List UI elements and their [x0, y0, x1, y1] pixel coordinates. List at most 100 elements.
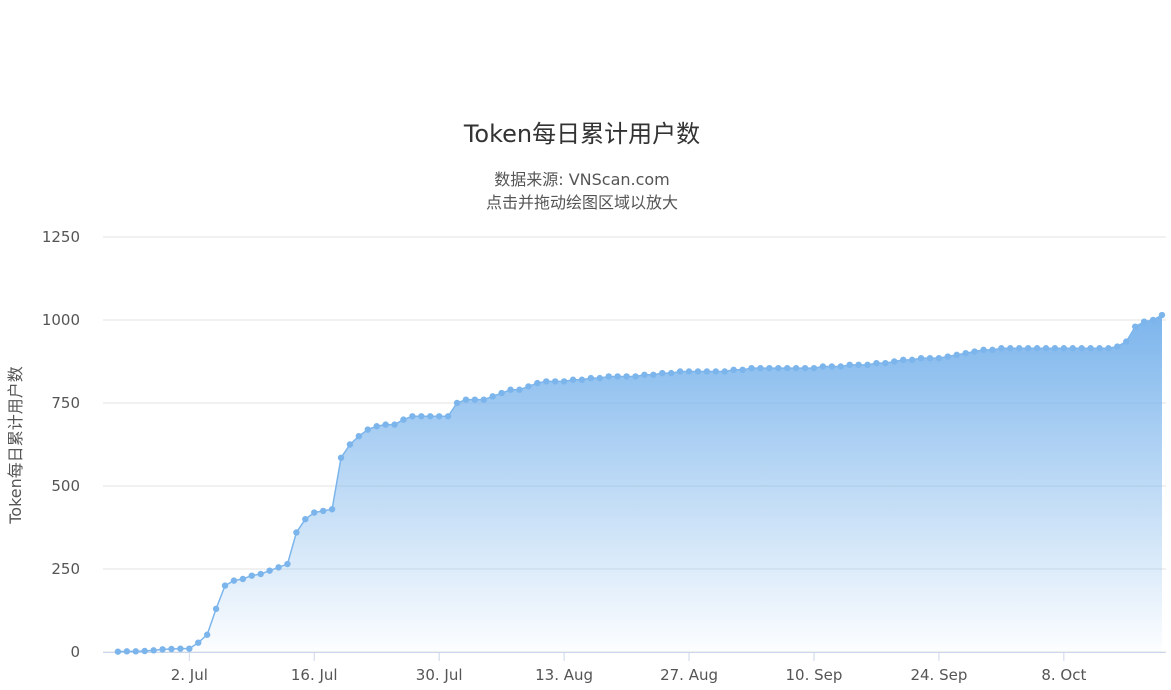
series-area[interactable] — [117, 314, 1163, 653]
data-point[interactable] — [882, 359, 889, 367]
data-point[interactable] — [382, 421, 389, 428]
data-point[interactable] — [1007, 345, 1014, 352]
data-point[interactable] — [337, 454, 345, 461]
data-point[interactable] — [998, 345, 1005, 352]
data-point[interactable] — [328, 506, 336, 513]
data-point[interactable] — [203, 631, 211, 638]
data-point[interactable] — [230, 577, 238, 584]
data-point[interactable] — [248, 572, 255, 579]
data-point[interactable] — [525, 383, 532, 390]
data-point[interactable] — [810, 364, 818, 372]
data-point[interactable] — [1051, 345, 1059, 352]
data-point[interactable] — [900, 356, 907, 364]
data-point[interactable] — [239, 575, 247, 583]
data-point[interactable] — [507, 386, 514, 393]
data-point[interactable] — [221, 582, 229, 589]
data-point[interactable] — [712, 368, 720, 375]
data-point[interactable] — [1042, 345, 1050, 352]
data-point[interactable] — [980, 346, 987, 354]
data-point[interactable] — [926, 354, 934, 362]
data-point[interactable] — [409, 413, 416, 420]
data-point[interactable] — [623, 373, 630, 380]
data-point[interactable] — [150, 647, 157, 654]
data-point[interactable] — [266, 567, 273, 574]
data-point[interactable] — [873, 359, 880, 367]
data-point[interactable] — [935, 354, 943, 362]
data-point[interactable] — [462, 396, 470, 403]
data-point[interactable] — [819, 363, 827, 370]
data-point[interactable] — [1158, 311, 1166, 319]
data-point[interactable] — [837, 363, 844, 370]
data-point[interactable] — [275, 564, 282, 571]
area-chart[interactable]: Token每日累计用户数 数据来源: VNScan.com 点击并拖动绘图区域以… — [0, 0, 1171, 690]
data-point[interactable] — [1096, 345, 1103, 352]
data-point[interactable] — [792, 364, 800, 372]
data-point[interactable] — [489, 393, 496, 400]
data-point[interactable] — [284, 560, 291, 568]
data-point[interactable] — [293, 529, 300, 536]
data-point[interactable] — [659, 369, 666, 377]
data-point[interactable] — [480, 396, 487, 403]
data-point[interactable] — [177, 645, 184, 652]
data-point[interactable] — [355, 433, 363, 440]
data-point[interactable] — [989, 346, 996, 354]
data-point[interactable] — [703, 368, 711, 375]
data-point[interactable] — [364, 426, 371, 433]
data-point[interactable] — [953, 351, 960, 359]
data-point[interactable] — [1069, 345, 1076, 352]
data-point[interactable] — [578, 376, 586, 383]
data-point[interactable] — [516, 386, 523, 393]
data-point[interactable] — [311, 509, 318, 516]
data-point[interactable] — [186, 645, 193, 652]
data-point[interactable] — [257, 570, 264, 578]
data-point[interactable] — [944, 353, 952, 360]
data-point[interactable] — [444, 413, 452, 420]
data-point[interactable] — [498, 389, 505, 397]
data-point[interactable] — [1087, 345, 1094, 352]
data-point[interactable] — [195, 639, 202, 646]
data-point[interactable] — [373, 423, 380, 430]
data-point[interactable] — [1016, 345, 1023, 352]
data-point[interactable] — [1024, 345, 1032, 352]
data-point[interactable] — [1140, 318, 1148, 325]
data-point[interactable] — [543, 378, 550, 385]
data-point[interactable] — [855, 361, 862, 369]
data-point[interactable] — [319, 507, 327, 515]
data-point[interactable] — [534, 379, 541, 387]
data-point[interactable] — [971, 348, 978, 355]
data-point[interactable] — [346, 441, 354, 448]
data-point[interactable] — [132, 648, 139, 655]
data-point[interactable] — [739, 366, 746, 373]
data-point[interactable] — [685, 368, 693, 375]
data-point[interactable] — [676, 368, 684, 375]
data-point[interactable] — [605, 373, 612, 380]
data-point[interactable] — [908, 356, 916, 364]
data-point[interactable] — [1132, 323, 1139, 330]
data-point[interactable] — [427, 413, 434, 420]
data-point[interactable] — [641, 371, 648, 378]
data-point[interactable] — [141, 647, 148, 655]
data-point[interactable] — [667, 369, 675, 377]
data-point[interactable] — [1060, 345, 1068, 352]
data-point[interactable] — [302, 516, 309, 523]
data-point[interactable] — [748, 364, 755, 372]
data-point[interactable] — [757, 364, 764, 372]
data-point[interactable] — [775, 364, 782, 372]
data-point[interactable] — [962, 350, 969, 357]
data-point[interactable] — [864, 361, 871, 369]
data-point[interactable] — [587, 374, 595, 382]
data-point[interactable] — [828, 363, 836, 370]
data-point[interactable] — [400, 416, 407, 423]
data-point[interactable] — [1149, 316, 1157, 324]
data-point[interactable] — [435, 413, 443, 420]
data-point[interactable] — [1114, 343, 1121, 350]
data-point[interactable] — [632, 373, 639, 380]
data-point[interactable] — [212, 605, 220, 613]
data-point[interactable] — [1105, 345, 1112, 352]
data-point[interactable] — [551, 378, 559, 385]
data-point[interactable] — [418, 413, 425, 420]
data-point[interactable] — [1123, 338, 1130, 345]
data-point[interactable] — [114, 648, 122, 655]
data-point[interactable] — [560, 378, 568, 385]
data-point[interactable] — [694, 368, 702, 375]
